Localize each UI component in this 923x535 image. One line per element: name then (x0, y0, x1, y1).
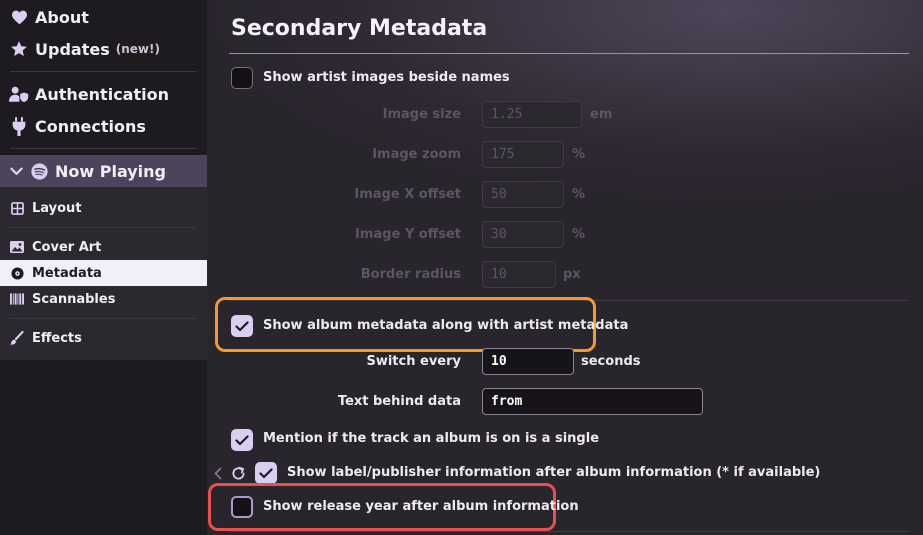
sidebar-divider (10, 148, 197, 149)
sidebar-divider (10, 227, 197, 228)
sidebar-item-authentication[interactable]: Authentication (0, 79, 207, 109)
image-y-offset-value: 30 (491, 227, 507, 242)
sidebar-item-label: Effects (32, 330, 82, 346)
mention-single-label: Mention if the track an album is on is a… (263, 431, 600, 446)
sidebar-item-label: Updates (35, 39, 110, 59)
image-zoom-label: Image zoom (372, 147, 461, 162)
switch-every-input[interactable]: 10 (482, 348, 574, 375)
image-y-offset-input[interactable]: 30 (482, 221, 564, 248)
brush-icon (10, 328, 24, 348)
barcode-icon (10, 289, 24, 309)
sidebar-item-label: About (35, 7, 89, 27)
text-behind-data-input[interactable]: from (482, 388, 703, 415)
spotify-icon (29, 161, 49, 181)
user-shield-icon (9, 84, 29, 104)
check-icon (235, 434, 249, 445)
sidebar-item-label: Layout (32, 200, 82, 216)
switch-every-label: Switch every (366, 354, 461, 369)
sidebar-divider (10, 318, 197, 319)
show-release-year-checkbox[interactable] (231, 496, 253, 518)
plug-icon (9, 116, 29, 136)
sidebar-item-metadata[interactable]: Metadata (0, 260, 207, 286)
show-album-metadata-checkbox[interactable] (231, 315, 253, 337)
image-size-label: Image size (382, 107, 461, 122)
heart-icon (9, 7, 29, 27)
section-divider (229, 531, 909, 532)
sidebar-item-scannables[interactable]: Scannables (0, 287, 207, 311)
sidebar-item-effects[interactable]: Effects (0, 326, 207, 350)
border-radius-value: 10 (491, 267, 507, 282)
reset-icon[interactable] (229, 464, 247, 482)
switch-every-value: 10 (491, 354, 507, 369)
show-artist-images-label: Show artist images beside names (263, 70, 510, 85)
record-icon (10, 263, 24, 283)
sidebar-item-label: Metadata (32, 265, 102, 281)
sidebar-item-label: Now Playing (55, 161, 167, 181)
chevron-left-icon[interactable] (212, 465, 224, 481)
sidebar-item-updates[interactable]: Updates (new!) (0, 34, 207, 64)
border-radius-label: Border radius (360, 267, 461, 282)
text-behind-data-label: Text behind data (337, 394, 461, 409)
image-y-offset-label: Image Y offset (355, 227, 461, 242)
image-size-unit: em (590, 107, 613, 122)
sidebar-item-label: Connections (35, 116, 146, 136)
show-album-metadata-label: Show album metadata along with artist me… (263, 318, 629, 333)
sidebar-item-label: Cover Art (32, 239, 102, 255)
grid-icon (10, 198, 24, 218)
border-radius-unit: px (563, 267, 581, 282)
image-size-value: 1.25 (491, 107, 523, 122)
mention-single-checkbox[interactable] (231, 429, 253, 451)
check-icon (235, 320, 249, 331)
image-zoom-value: 175 (491, 147, 515, 162)
show-label-publisher-label: Show label/publisher information after a… (287, 465, 821, 480)
border-radius-input[interactable]: 10 (482, 261, 556, 288)
check-icon (259, 467, 273, 478)
section-title: Secondary Metadata (231, 16, 488, 41)
sidebar-item-cover-art[interactable]: Cover Art (0, 235, 207, 259)
image-zoom-input[interactable]: 175 (482, 141, 564, 168)
sidebar-item-layout[interactable]: Layout (0, 196, 207, 220)
image-size-input[interactable]: 1.25 (482, 101, 582, 128)
sidebar-item-label: Scannables (32, 291, 116, 307)
sidebar: About Updates (new!) Authentication Conn… (0, 0, 207, 535)
settings-panel: Secondary Metadata Show artist images be… (207, 0, 923, 535)
image-x-offset-label: Image X offset (354, 187, 461, 202)
image-y-offset-unit: % (572, 227, 586, 242)
sidebar-divider (10, 71, 197, 72)
show-release-year-label: Show release year after album informatio… (263, 499, 579, 514)
image-x-offset-input[interactable]: 50 (482, 181, 564, 208)
sidebar-item-about[interactable]: About (0, 2, 207, 32)
show-artist-images-checkbox[interactable] (231, 67, 253, 89)
star-icon (9, 39, 29, 59)
image-x-offset-unit: % (572, 187, 586, 202)
image-icon (10, 237, 24, 257)
sidebar-item-label: Authentication (35, 84, 169, 104)
image-zoom-unit: % (572, 147, 586, 162)
chevron-down-icon (9, 161, 23, 181)
sidebar-item-connections[interactable]: Connections (0, 111, 207, 141)
show-label-publisher-checkbox[interactable] (255, 462, 277, 484)
new-badge: (new!) (115, 42, 160, 56)
title-divider (229, 53, 909, 54)
switch-every-unit: seconds (581, 354, 641, 369)
image-x-offset-value: 50 (491, 187, 507, 202)
sidebar-item-now-playing[interactable]: Now Playing (0, 155, 207, 187)
text-behind-data-value: from (491, 394, 523, 409)
